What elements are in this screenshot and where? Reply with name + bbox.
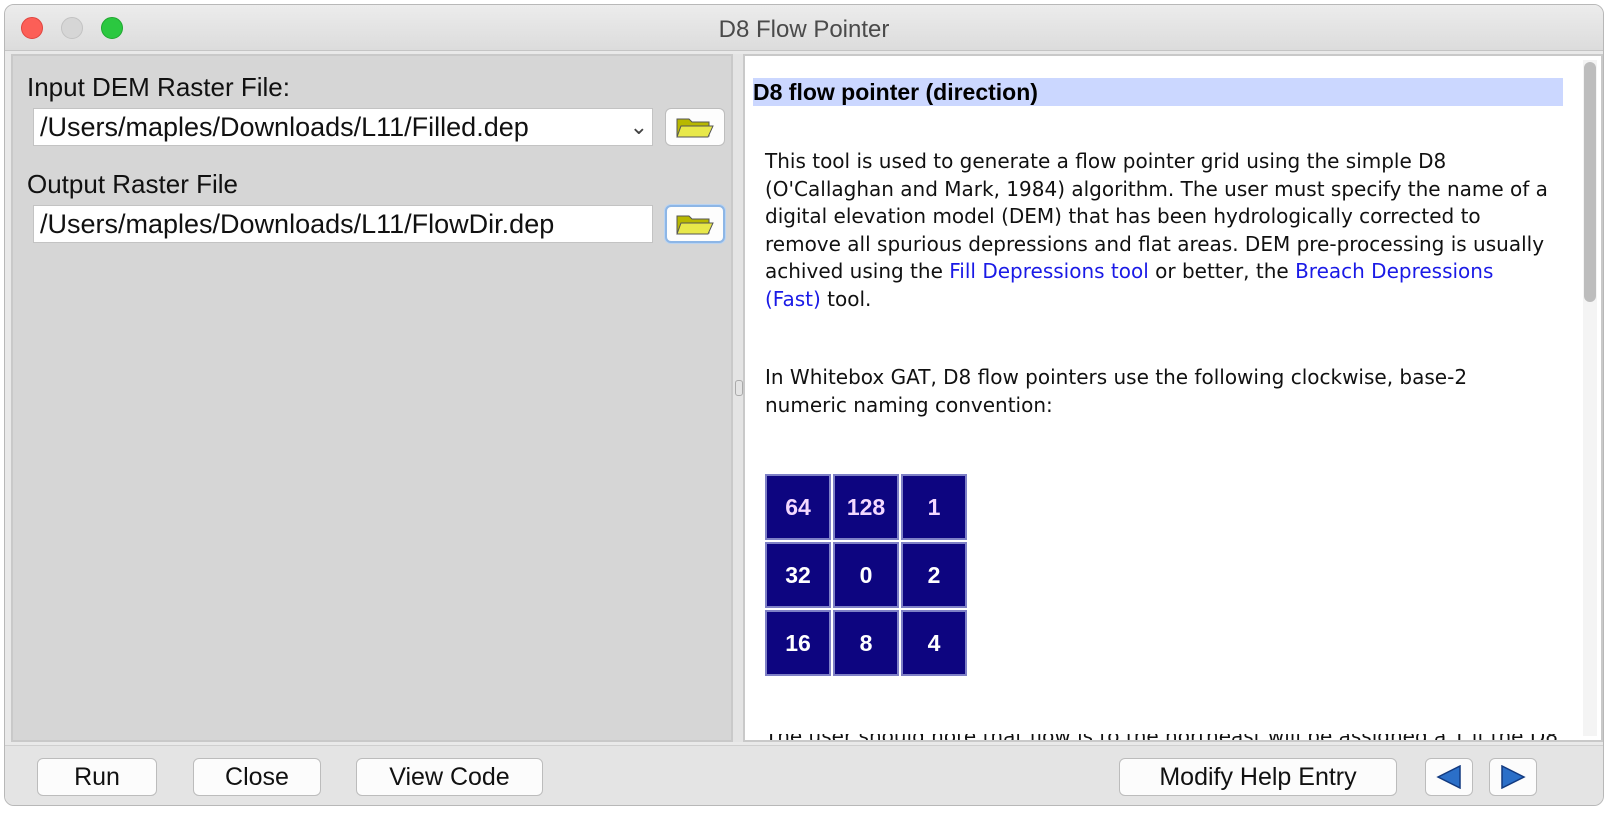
forward-button[interactable] (1489, 758, 1537, 796)
input-dem-combobox[interactable]: /Users/maples/Downloads/L11/Filled.dep ⌄ (33, 108, 653, 146)
help-paragraph-1-end: tool. (827, 286, 872, 311)
grid-cell: 1 (901, 474, 967, 540)
folder-open-icon (676, 118, 714, 138)
window-title: D8 Flow Pointer (718, 16, 890, 43)
close-button[interactable]: Close (193, 758, 321, 796)
parameters-panel: Input DEM Raster File: /Users/maples/Dow… (11, 54, 733, 742)
split-pane-divider[interactable] (733, 54, 743, 742)
grid-cell: 2 (901, 542, 967, 608)
grid-cell: 0 (833, 542, 899, 608)
help-cut-off-line: The user should note that flow is to the… (765, 734, 1565, 740)
right-arrow-icon (1501, 765, 1526, 789)
title-bar: D8 Flow Pointer (5, 5, 1603, 51)
back-button[interactable] (1425, 758, 1473, 796)
help-paragraph-1-mid: or better, the (1155, 259, 1289, 283)
grid-cell: 16 (765, 610, 831, 676)
chevron-down-icon[interactable]: ⌄ (630, 109, 648, 145)
output-raster-label: Output Raster File (27, 169, 238, 199)
view-code-button[interactable]: View Code (356, 758, 543, 796)
grid-cell: 8 (833, 610, 899, 676)
input-dem-browse-button[interactable] (665, 108, 725, 146)
output-raster-value: /Users/maples/Downloads/L11/FlowDir.dep (40, 209, 555, 239)
grid-cell: 64 (765, 474, 831, 540)
input-dem-value: /Users/maples/Downloads/L11/Filled.dep (40, 112, 529, 142)
grid-cell: 4 (901, 610, 967, 676)
help-heading: D8 flow pointer (direction) (753, 78, 1563, 106)
modify-help-entry-button[interactable]: Modify Help Entry (1119, 758, 1397, 796)
output-raster-field[interactable]: /Users/maples/Downloads/L11/FlowDir.dep (33, 205, 653, 243)
fill-depressions-link[interactable]: Fill Depressions tool (949, 259, 1149, 283)
folder-open-icon (676, 215, 714, 235)
help-panel: D8 flow pointer (direction) This tool is… (743, 54, 1603, 742)
help-cut-off-text: The user should note that flow is to the… (765, 734, 1565, 740)
help-paragraph-1: This tool is used to generate a flow poi… (765, 148, 1555, 313)
left-arrow-icon (1436, 765, 1461, 789)
help-scrollbar[interactable] (1583, 60, 1597, 736)
output-raster-browse-button[interactable] (665, 205, 725, 243)
scrollbar-thumb[interactable] (1584, 62, 1596, 302)
help-paragraph-2: In Whitebox GAT, D8 flow pointers use th… (765, 365, 1468, 417)
run-button[interactable]: Run (37, 758, 157, 796)
grid-cell: 32 (765, 542, 831, 608)
bottom-button-bar: Run Close View Code Modify Help Entry (5, 745, 1603, 805)
d8-direction-grid: 64 128 1 32 0 2 16 8 4 (765, 474, 967, 676)
window: D8 Flow Pointer Input DEM Raster File: /… (4, 4, 1604, 806)
input-dem-label: Input DEM Raster File: (27, 72, 290, 102)
grid-cell: 128 (833, 474, 899, 540)
divider-grip[interactable] (735, 380, 743, 396)
